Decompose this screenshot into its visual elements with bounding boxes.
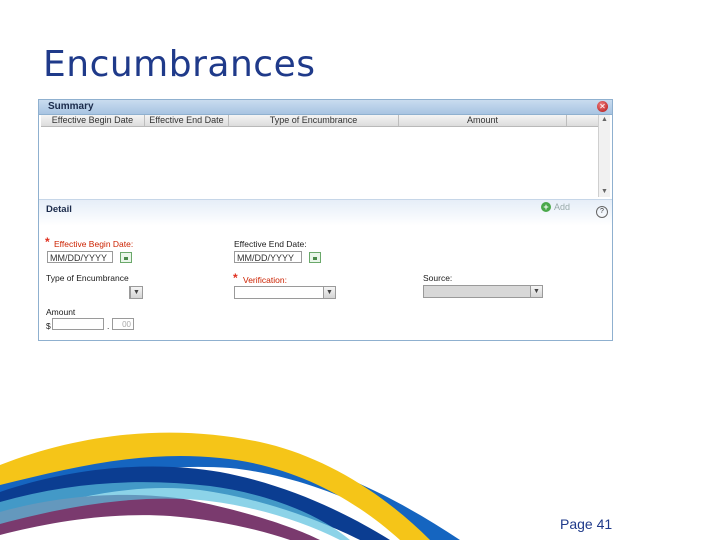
scroll-down-icon[interactable]: ▼ (599, 187, 610, 197)
summary-grid-header: Effective Begin Date Effective End Date … (41, 115, 600, 127)
add-button[interactable]: + Add (541, 202, 570, 212)
scroll-up-icon[interactable]: ▲ (599, 115, 610, 125)
type-label: Type of Encumbrance (46, 273, 129, 283)
effective-end-input[interactable]: MM/DD/YYYY (234, 251, 302, 263)
summary-title: Summary (48, 101, 94, 112)
page-number: Page 41 (560, 516, 613, 532)
effective-begin-label: Effective Begin Date: (54, 239, 134, 249)
calendar-icon[interactable] (120, 252, 132, 263)
column-header-end-date[interactable]: Effective End Date (145, 115, 229, 126)
column-header-begin-date[interactable]: Effective Begin Date (41, 115, 145, 126)
amount-label: Amount (46, 307, 76, 317)
help-icon[interactable]: ? (596, 206, 608, 218)
detail-header (39, 199, 612, 226)
effective-begin-input[interactable]: MM/DD/YYYY (47, 251, 113, 263)
add-icon: + (541, 202, 551, 212)
type-select[interactable]: ▼ (129, 286, 143, 299)
close-icon[interactable]: ✕ (597, 101, 608, 112)
verification-select[interactable]: ▼ (234, 286, 336, 299)
chevron-down-icon: ▼ (130, 287, 142, 298)
required-marker: * (45, 235, 50, 249)
currency-symbol: $ (46, 321, 51, 331)
chevron-down-icon: ▼ (530, 286, 542, 297)
column-header-type[interactable]: Type of Encumbrance (229, 115, 399, 126)
source-label: Source: (423, 273, 453, 283)
verification-label: Verification: (243, 275, 287, 285)
slide-title: Encumbrances (43, 44, 316, 85)
add-label: Add (554, 202, 571, 212)
summary-scrollbar[interactable]: ▲ ▼ (598, 115, 610, 197)
column-header-amount[interactable]: Amount (399, 115, 567, 126)
decimal-point: . (107, 321, 110, 331)
summary-header: Summary ✕ (39, 100, 612, 115)
effective-end-label: Effective End Date: (234, 239, 307, 249)
chevron-down-icon: ▼ (323, 287, 335, 298)
required-marker: * (233, 271, 238, 285)
detail-title: Detail (46, 204, 72, 215)
amount-cents-input[interactable]: 00 (112, 318, 134, 330)
encumbrance-panel: Summary ✕ Effective Begin Date Effective… (38, 99, 613, 341)
amount-dollars-input[interactable] (52, 318, 104, 330)
calendar-icon[interactable] (309, 252, 321, 263)
source-select[interactable]: ▼ (423, 285, 543, 298)
